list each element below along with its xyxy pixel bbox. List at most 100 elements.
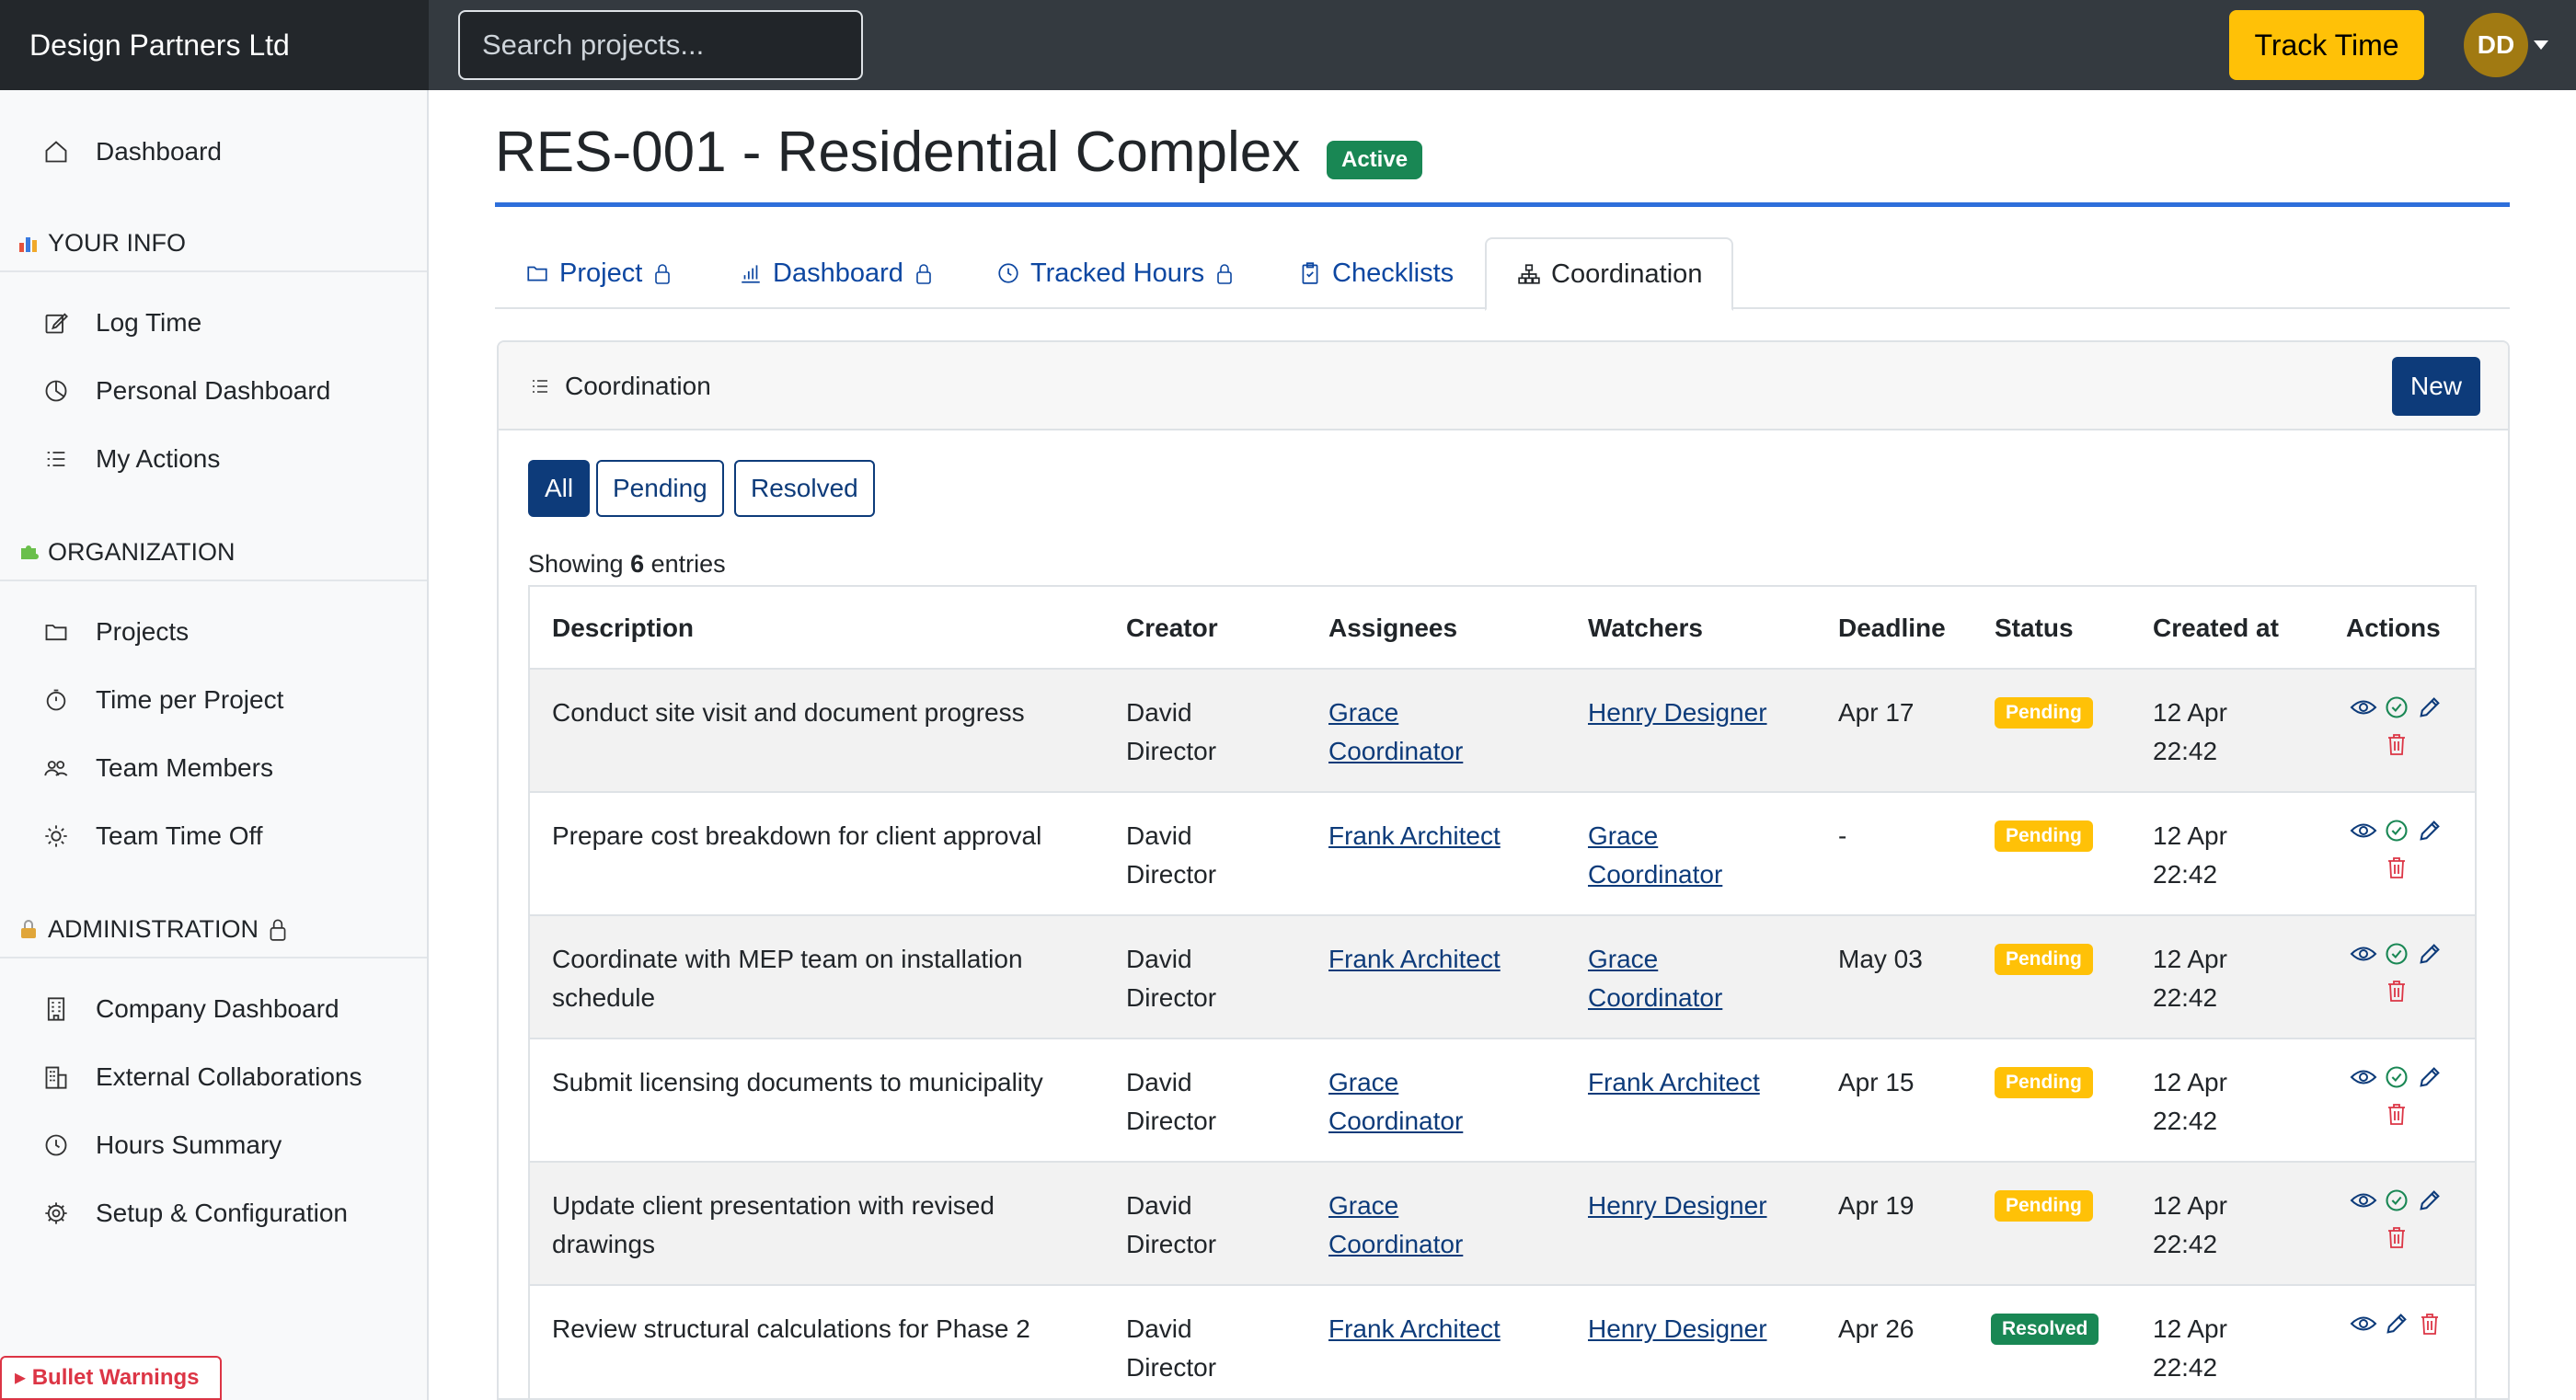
view-icon[interactable] (2350, 1310, 2377, 1337)
watcher-link[interactable]: Henry Designer (1588, 698, 1767, 727)
view-icon[interactable] (2350, 1063, 2377, 1091)
tab-tracked-hours[interactable]: Tracked Hours (995, 237, 1237, 309)
cell-description: Update client presentation with revised d… (552, 1191, 995, 1258)
user-avatar[interactable]: DD (2464, 13, 2528, 77)
edit-icon[interactable] (2416, 817, 2444, 844)
resolve-icon[interactable] (2383, 1187, 2410, 1214)
resolve-icon[interactable] (2383, 817, 2410, 844)
column-header-assignees[interactable]: Assignees (1328, 587, 1457, 670)
sidebar-item-my-actions[interactable]: My Actions (0, 430, 427, 488)
cell-creator: David Director (1126, 945, 1217, 1012)
caret-down-icon[interactable] (2534, 40, 2548, 50)
edit-icon[interactable] (2416, 1063, 2444, 1091)
delete-icon[interactable] (2383, 1100, 2410, 1128)
sidebar-item-label: Personal Dashboard (96, 376, 331, 405)
tab-label: Dashboard (773, 258, 903, 288)
column-header-created-at[interactable]: Created at (2153, 587, 2279, 670)
new-button[interactable]: New (2392, 357, 2480, 416)
top-navbar: Design Partners Ltd Track Time DD (0, 0, 2576, 90)
sidebar-section-administration: ADMINISTRATION (0, 901, 427, 958)
sidebar-section-organization: ORGANIZATION (0, 524, 427, 581)
status-badge: Pending (1995, 697, 2093, 729)
assignee-link[interactable]: Frank Architect (1328, 1314, 1501, 1343)
cell-watchers: Grace Coordinator (1588, 817, 1722, 894)
sidebar-item-label: My Actions (96, 444, 221, 473)
column-header-watchers[interactable]: Watchers (1588, 587, 1703, 670)
filter-all-button[interactable]: All (528, 460, 591, 517)
delete-icon[interactable] (2416, 1310, 2444, 1337)
building-icon (40, 993, 72, 1025)
tab-dashboard[interactable]: Dashboard (738, 237, 937, 309)
view-icon[interactable] (2350, 1187, 2377, 1214)
assignee-link[interactable]: Grace Coordinator (1328, 1191, 1463, 1258)
bullet-warnings-toggle[interactable]: ▸ Bullet Warnings (0, 1356, 222, 1400)
status-badge: Resolved (1991, 1314, 2099, 1345)
watcher-link[interactable]: Grace Coordinator (1588, 945, 1722, 1012)
column-header-deadline[interactable]: Deadline (1838, 587, 1946, 670)
track-time-button[interactable]: Track Time (2229, 10, 2424, 80)
sidebar-item-company-dashboard[interactable]: Company Dashboard (0, 981, 427, 1038)
watcher-link[interactable]: Grace Coordinator (1588, 821, 1722, 889)
delete-icon[interactable] (2383, 854, 2410, 881)
cell-deadline: - (1838, 821, 1847, 850)
filter-resolved-button[interactable]: Resolved (734, 460, 875, 517)
cell-created-at: 12 Apr 22:42 (2153, 1068, 2227, 1135)
view-icon[interactable] (2350, 817, 2377, 844)
sidebar-item-log-time[interactable]: Log Time (0, 294, 427, 351)
sidebar-item-projects[interactable]: Projects (0, 603, 427, 660)
sidebar-item-label: External Collaborations (96, 1062, 362, 1091)
cell-creator: David Director (1126, 821, 1217, 889)
edit-icon[interactable] (2416, 694, 2444, 721)
delete-icon[interactable] (2383, 977, 2410, 1004)
tab-checklists[interactable]: Checklists (1297, 237, 1454, 309)
cell-assignees: Frank Architect (1328, 817, 1501, 855)
tab-coordination[interactable]: Coordination (1485, 237, 1734, 311)
column-header-creator[interactable]: Creator (1126, 587, 1218, 670)
watcher-link[interactable]: Henry Designer (1588, 1314, 1767, 1343)
filter-pending-button[interactable]: Pending (596, 460, 724, 517)
sidebar-item-hours-summary[interactable]: Hours Summary (0, 1117, 427, 1174)
resolve-icon[interactable] (2383, 694, 2410, 721)
delete-icon[interactable] (2383, 1223, 2410, 1251)
tab-project[interactable]: Project (524, 237, 675, 309)
column-header-description[interactable]: Description (552, 587, 694, 670)
column-header-actions: Actions (2346, 614, 2441, 642)
clock-icon (995, 259, 1023, 287)
sidebar-item-setup-configuration[interactable]: Setup & Configuration (0, 1185, 427, 1242)
assignee-link[interactable]: Grace Coordinator (1328, 1068, 1463, 1135)
watcher-link[interactable]: Frank Architect (1588, 1068, 1760, 1096)
assignee-link[interactable]: Frank Architect (1328, 821, 1501, 850)
cell-watchers: Henry Designer (1588, 694, 1767, 732)
delete-icon[interactable] (2383, 730, 2410, 758)
sidebar-item-team-members[interactable]: Team Members (0, 740, 427, 797)
brand-name[interactable]: Design Partners Ltd (0, 0, 429, 90)
lock-icon (914, 259, 937, 287)
sidebar-item-team-time-off[interactable]: Team Time Off (0, 808, 427, 865)
view-icon[interactable] (2350, 940, 2377, 968)
resolve-icon[interactable] (2383, 940, 2410, 968)
cell-deadline: Apr 26 (1838, 1314, 1915, 1343)
home-icon (40, 136, 72, 167)
status-badge: Pending (1995, 820, 2093, 852)
edit-icon[interactable] (2416, 940, 2444, 968)
sidebar-item-label: Hours Summary (96, 1130, 282, 1159)
edit-icon[interactable] (2383, 1310, 2410, 1337)
view-icon[interactable] (2350, 694, 2377, 721)
title-underline (495, 202, 2510, 207)
sidebar-item-personal-dashboard[interactable]: Personal Dashboard (0, 362, 427, 419)
table-header: Description Creator Assignees Watchers D… (530, 587, 2475, 670)
card-title-text: Coordination (565, 372, 711, 400)
sidebar-item-label: Projects (96, 617, 190, 646)
assignee-link[interactable]: Frank Architect (1328, 945, 1501, 973)
edit-icon[interactable] (2416, 1187, 2444, 1214)
cell-watchers: Henry Designer (1588, 1310, 1767, 1348)
sidebar-item-external-collaborations[interactable]: External Collaborations (0, 1049, 427, 1106)
sidebar-item-dashboard[interactable]: Dashboard (0, 123, 427, 180)
watcher-link[interactable]: Henry Designer (1588, 1191, 1767, 1220)
column-header-status[interactable]: Status (1995, 587, 2074, 670)
assignee-link[interactable]: Grace Coordinator (1328, 698, 1463, 765)
cell-creator: David Director (1126, 698, 1217, 765)
search-input[interactable] (458, 10, 863, 80)
resolve-icon[interactable] (2383, 1063, 2410, 1091)
sidebar-item-time-per-project[interactable]: Time per Project (0, 671, 427, 729)
